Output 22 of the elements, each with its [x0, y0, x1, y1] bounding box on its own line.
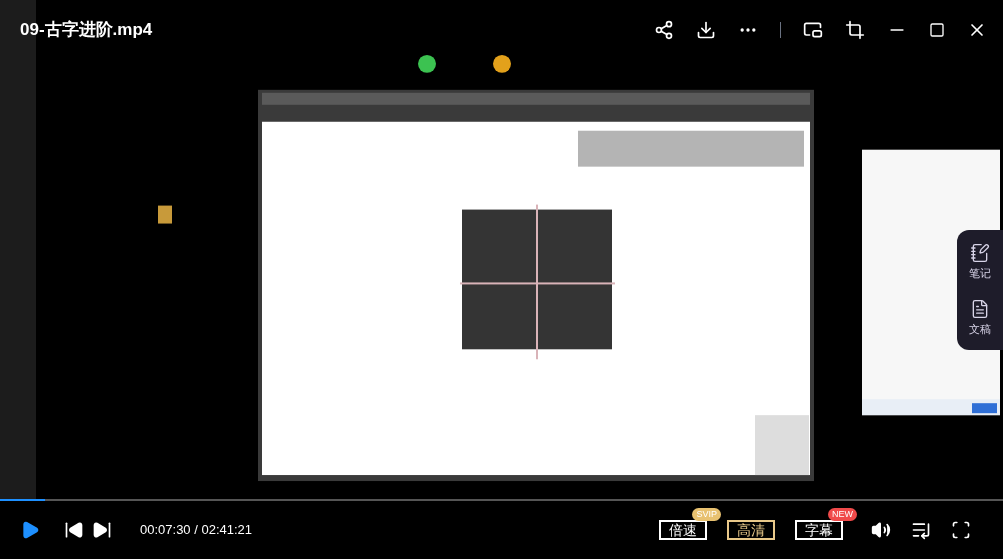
maximize-icon[interactable] [929, 22, 945, 38]
download-icon[interactable] [696, 20, 716, 40]
play-icon[interactable] [20, 520, 40, 540]
fullscreen-icon[interactable] [951, 520, 971, 540]
badge: NEW [828, 508, 857, 521]
next-icon[interactable] [92, 520, 112, 540]
video-title: 09-古字进阶.mp4 [20, 19, 153, 42]
playlist-icon[interactable] [911, 520, 931, 540]
share-icon[interactable] [654, 20, 674, 40]
crop-icon[interactable] [845, 20, 865, 40]
side-panel-button[interactable]: 笔记 [969, 243, 991, 281]
badge: SVIP [692, 508, 721, 521]
previous-icon[interactable] [64, 520, 84, 540]
time-display: 00:07:30 / 02:41:21 [140, 521, 253, 540]
volume-icon[interactable] [871, 520, 891, 540]
document-icon [970, 299, 990, 320]
picture-in-picture-icon[interactable] [803, 20, 823, 40]
player-option-button[interactable]: 字幕 [795, 520, 843, 540]
side-panel-button[interactable]: 文稿 [969, 299, 991, 337]
notepad-pen-icon [970, 243, 990, 264]
player-option-button[interactable]: 倍速 [659, 520, 707, 540]
player-option-button[interactable]: 高清 [727, 520, 775, 540]
